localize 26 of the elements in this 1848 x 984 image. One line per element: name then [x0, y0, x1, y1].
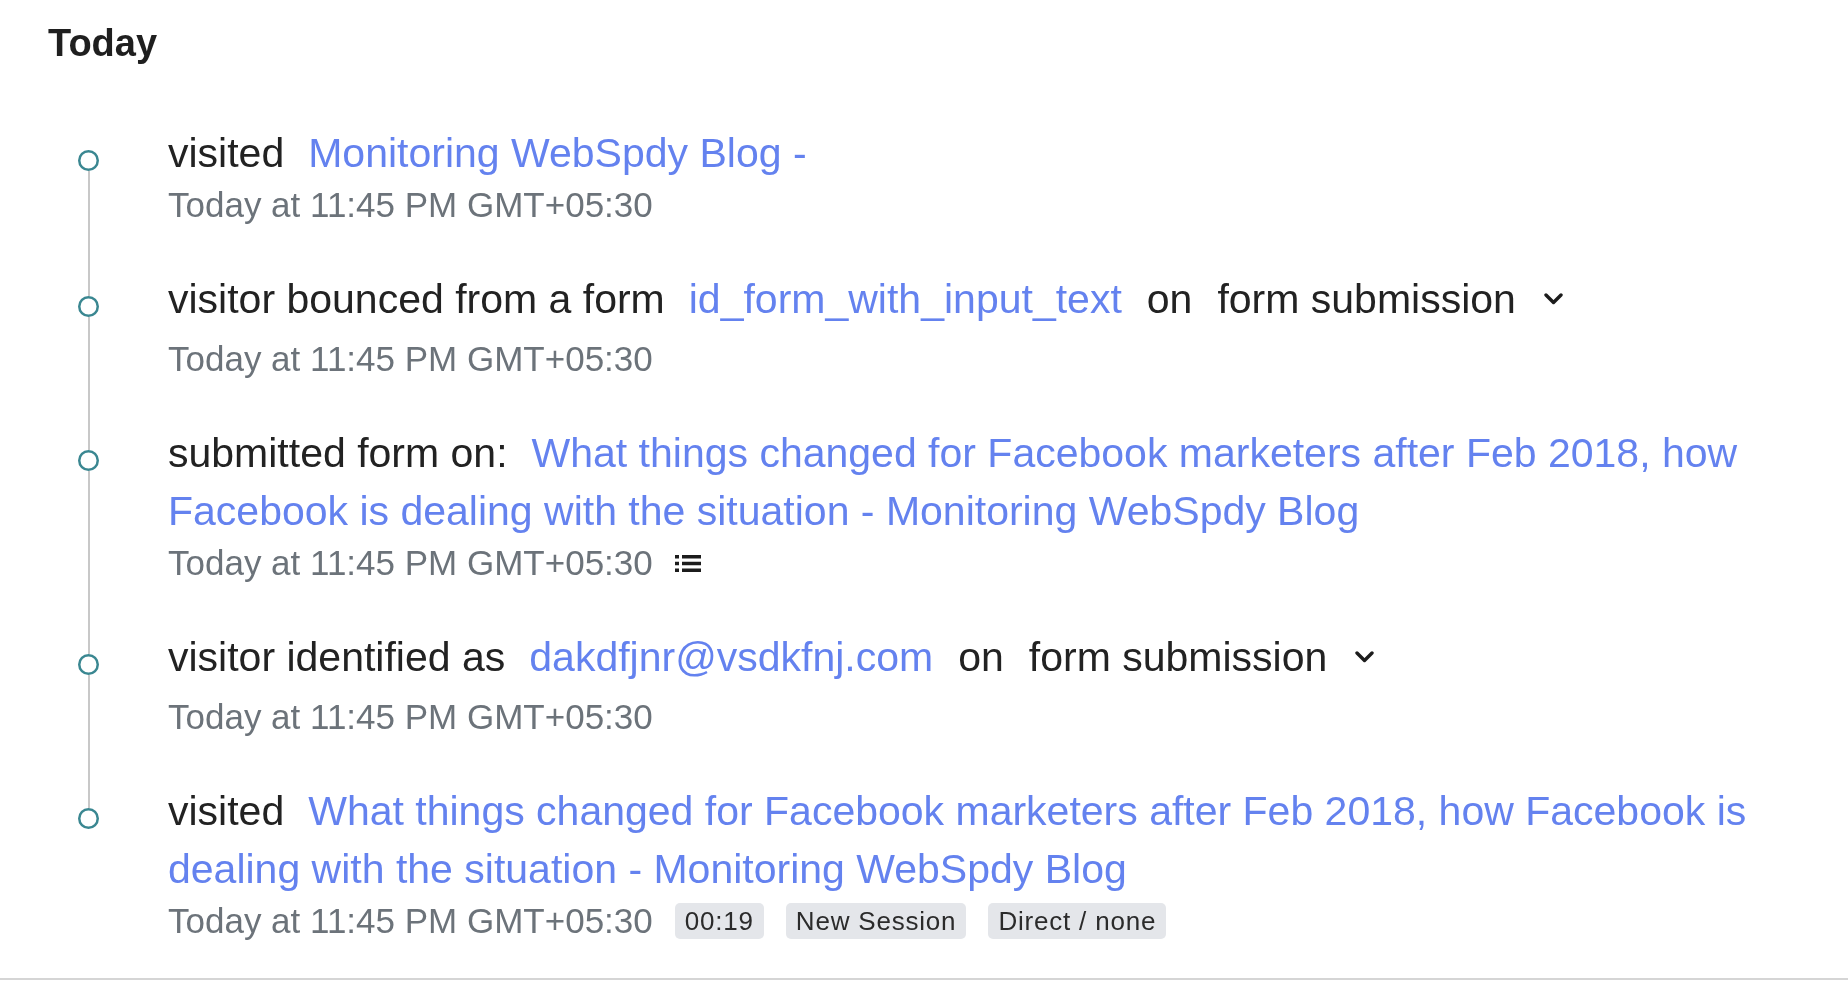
event-description: visitor identified as dakdfjnr@vsdkfnj.com	[168, 634, 934, 680]
session-tag: 00:19	[674, 903, 764, 939]
timeline-node-icon	[78, 654, 99, 675]
section-heading: Today	[48, 21, 158, 66]
event-timestamp: Today at 11:45 PM GMT+05:30	[168, 900, 653, 942]
event-timestamp: Today at 11:45 PM GMT+05:30	[168, 542, 653, 584]
timeline-node-icon	[78, 150, 99, 171]
list-icon[interactable]	[674, 554, 701, 572]
event-description: submitted form on: What things changed for Facebook marketers after Feb 2018, how Facebook is dealing with the situation - Monitoring WebSpdy Blog	[168, 430, 1738, 534]
event-description: visited Monitoring WebSpdy Blog -	[168, 130, 807, 176]
event-description: visited What things changed for Facebook marketers after Feb 2018, how Facebook is dealing with the situation - Monitoring WebSpdy Blog	[168, 788, 1747, 892]
connector-text: on	[1146, 276, 1193, 322]
trigger-dropdown[interactable]: form submission	[1217, 270, 1563, 328]
event-timestamp: Today at 11:45 PM GMT+05:30	[168, 696, 653, 738]
session-tag: Direct / none	[988, 903, 1167, 939]
chevron-down-icon	[1355, 651, 1375, 663]
event-description: visitor bounced from a form id_form_with_input_text	[168, 276, 1122, 322]
session-tag: New Session	[785, 903, 967, 939]
timeline-node-icon	[78, 296, 99, 317]
timeline-node-icon	[78, 450, 99, 471]
timeline-node-icon	[78, 808, 99, 829]
trigger-dropdown[interactable]: form submission	[1028, 628, 1375, 686]
event-timestamp: Today at 11:45 PM GMT+05:30	[168, 338, 653, 380]
chevron-down-icon	[1543, 293, 1563, 305]
event-timestamp: Today at 11:45 PM GMT+05:30	[168, 184, 653, 226]
connector-text: on	[958, 634, 1004, 680]
